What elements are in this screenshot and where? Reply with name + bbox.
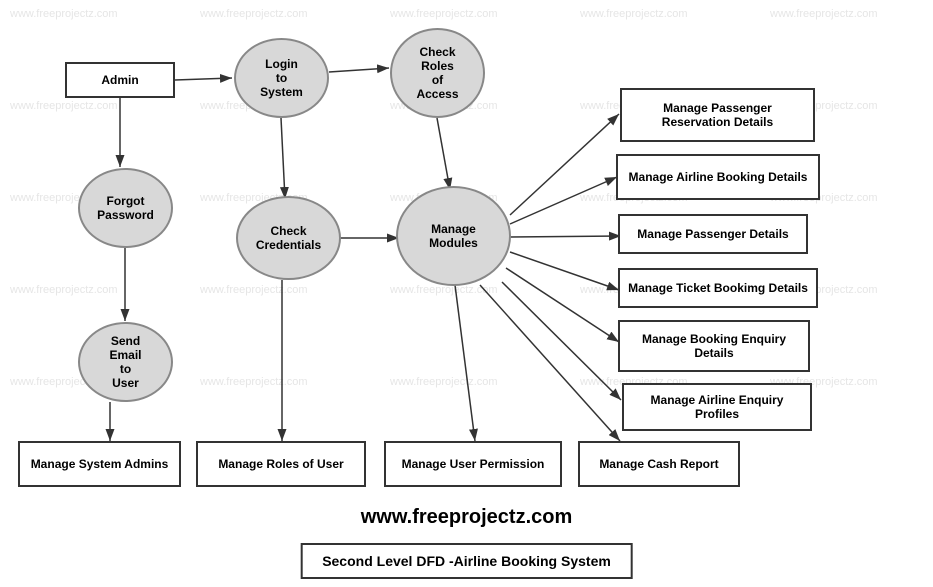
forgot-pwd-label: ForgotPassword — [97, 194, 154, 222]
watermark: www.freeprojectz.com — [10, 284, 118, 296]
footer-url: www.freeprojectz.com — [0, 506, 933, 529]
check-creds-label: CheckCredentials — [256, 224, 321, 252]
manage-passenger-res-node: Manage PassengerReservation Details — [620, 88, 815, 142]
admin-node: Admin — [65, 62, 175, 98]
manage-airline-enq-label: Manage Airline Enquiry Profiles — [628, 393, 806, 421]
watermark: www.freeprojectz.com — [390, 8, 498, 20]
manage-ticket-label: Manage Ticket Bookimg Details — [628, 281, 808, 295]
manage-user-perm-label: Manage User Permission — [402, 457, 545, 471]
manage-modules-label: ManageModules — [429, 222, 478, 250]
watermark: www.freeprojectz.com — [10, 100, 118, 112]
send-email-label: SendEmailtoUser — [109, 334, 141, 390]
manage-airline-booking-node: Manage Airline Booking Details — [616, 154, 820, 200]
watermark: www.freeprojectz.com — [10, 8, 118, 20]
manage-roles-label: Manage Roles of User — [218, 457, 343, 471]
manage-booking-enq-node: Manage Booking EnquiryDetails — [618, 320, 810, 372]
diagram-container: www.freeprojectz.com www.freeprojectz.co… — [0, 0, 933, 587]
watermark: www.freeprojectz.com — [580, 8, 688, 20]
watermark: www.freeprojectz.com — [390, 284, 498, 296]
manage-airline-booking-label: Manage Airline Booking Details — [629, 170, 808, 184]
forgot-pwd-node: ForgotPassword — [78, 168, 173, 248]
manage-sys-admins-label: Manage System Admins — [31, 457, 169, 471]
manage-sys-admins-node: Manage System Admins — [18, 441, 181, 487]
watermark: www.freeprojectz.com — [200, 376, 308, 388]
watermark: www.freeprojectz.com — [770, 8, 878, 20]
send-email-node: SendEmailtoUser — [78, 322, 173, 402]
manage-user-perm-node: Manage User Permission — [384, 441, 562, 487]
manage-passenger-details-node: Manage Passenger Details — [618, 214, 808, 254]
manage-passenger-res-label: Manage PassengerReservation Details — [662, 101, 773, 129]
manage-roles-node: Manage Roles of User — [196, 441, 366, 487]
manage-cash-node: Manage Cash Report — [578, 441, 740, 487]
footer-title: Second Level DFD -Airline Booking System — [300, 543, 633, 579]
manage-booking-enq-label: Manage Booking EnquiryDetails — [642, 332, 786, 360]
check-creds-node: CheckCredentials — [236, 196, 341, 280]
manage-modules-node: ManageModules — [396, 186, 511, 286]
login-label: LogintoSystem — [260, 57, 303, 99]
manage-airline-enq-node: Manage Airline Enquiry Profiles — [622, 383, 812, 431]
check-roles-label: CheckRolesofAccess — [416, 45, 458, 101]
watermark: www.freeprojectz.com — [200, 8, 308, 20]
manage-ticket-node: Manage Ticket Bookimg Details — [618, 268, 818, 308]
watermark: www.freeprojectz.com — [390, 376, 498, 388]
admin-label: Admin — [101, 73, 138, 87]
watermark: www.freeprojectz.com — [200, 284, 308, 296]
login-node: LogintoSystem — [234, 38, 329, 118]
manage-cash-label: Manage Cash Report — [599, 457, 718, 471]
check-roles-node: CheckRolesofAccess — [390, 28, 485, 118]
manage-passenger-details-label: Manage Passenger Details — [637, 227, 788, 241]
